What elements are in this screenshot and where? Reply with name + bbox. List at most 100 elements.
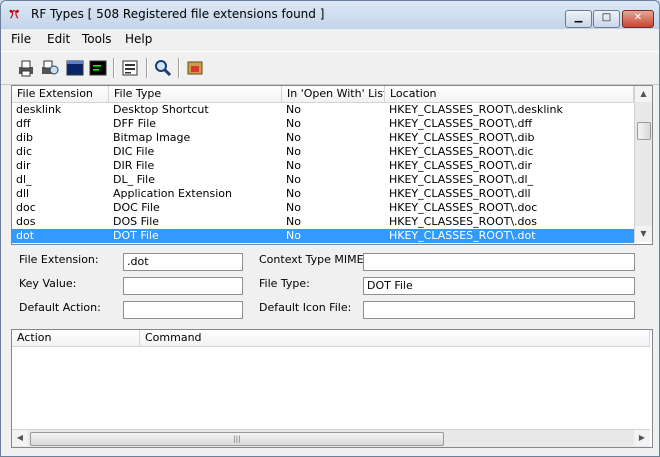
close-button[interactable]: ✕ bbox=[622, 10, 654, 28]
table-cell: HKEY_CLASSES_ROOT\.dir bbox=[389, 159, 533, 172]
default-action-label: Default Action: bbox=[19, 301, 101, 314]
table-row[interactable]: dl_ DL_ File No HKEY_CLASSES_ROOT\.dl_ bbox=[12, 173, 634, 187]
table-cell: dot bbox=[16, 229, 35, 242]
table-row[interactable]: dot DOT File No HKEY_CLASSES_ROOT\.dot bbox=[12, 229, 634, 243]
key-value-label: Key Value: bbox=[19, 277, 77, 290]
default-icon-label: Default Icon File: bbox=[259, 301, 352, 314]
table-row[interactable]: dff DFF File No HKEY_CLASSES_ROOT\.dff bbox=[12, 117, 634, 131]
print-button[interactable] bbox=[16, 58, 36, 78]
table-cell: No bbox=[286, 131, 301, 144]
default-icon-field[interactable] bbox=[363, 301, 635, 319]
horizontal-scroll-thumb[interactable]: ||| bbox=[30, 432, 444, 446]
table-cell: No bbox=[286, 173, 301, 186]
scroll-right-icon[interactable]: ▶ bbox=[634, 430, 650, 446]
table-row[interactable]: dll Application Extension No HKEY_CLASSES_R… bbox=[12, 187, 634, 201]
table-cell: DIC File bbox=[113, 145, 155, 158]
default-action-field[interactable] bbox=[123, 301, 243, 319]
console-icon bbox=[89, 60, 107, 76]
table-cell: No bbox=[286, 201, 301, 214]
table-cell: DFF File bbox=[113, 117, 157, 130]
title-bar[interactable]: ꔫ RF Types [ 508 Registered file extensi… bbox=[1, 1, 659, 29]
table-cell: dic bbox=[16, 145, 33, 158]
commands-horizontal-scrollbar[interactable]: ◀ ||| ▶ bbox=[12, 429, 650, 447]
print-preview-button[interactable] bbox=[40, 58, 60, 78]
table-cell: DOC File bbox=[113, 201, 160, 214]
table-cell: HKEY_CLASSES_ROOT\.dic bbox=[389, 145, 534, 158]
table-cell: dll bbox=[16, 187, 30, 200]
file-type-field[interactable]: DOT File bbox=[363, 277, 635, 295]
toolbar bbox=[1, 51, 659, 85]
table-cell: No bbox=[286, 229, 301, 242]
properties-button[interactable] bbox=[120, 58, 140, 78]
table-cell: HKEY_CLASSES_ROOT\.dot bbox=[389, 229, 536, 242]
key-value-field[interactable] bbox=[123, 277, 243, 295]
maximize-button[interactable]: □ bbox=[593, 10, 620, 28]
column-file-extension[interactable]: File Extension bbox=[12, 86, 109, 102]
commands-header: Action Command bbox=[12, 330, 650, 347]
extensions-list[interactable]: File Extension File Type In 'Open With' … bbox=[11, 85, 653, 245]
context-mime-field[interactable] bbox=[363, 253, 635, 271]
table-cell: Application Extension bbox=[113, 187, 232, 200]
print-preview-icon bbox=[42, 60, 59, 75]
table-row[interactable]: dos DOS File No HKEY_CLASSES_ROOT\.dos bbox=[12, 215, 634, 229]
menu-tools[interactable]: Tools bbox=[82, 32, 112, 46]
table-cell: DOT File bbox=[113, 229, 159, 242]
print-icon bbox=[19, 60, 33, 77]
properties-icon bbox=[122, 60, 138, 76]
table-cell: No bbox=[286, 215, 301, 228]
column-open-with[interactable]: In 'Open With' List bbox=[282, 86, 385, 102]
table-cell: No bbox=[286, 159, 301, 172]
column-file-type[interactable]: File Type bbox=[109, 86, 282, 102]
search-button[interactable] bbox=[153, 58, 173, 78]
table-cell: dir bbox=[16, 159, 31, 172]
app-window: ꔫ RF Types [ 508 Registered file extensi… bbox=[0, 0, 660, 457]
table-cell: HKEY_CLASSES_ROOT\.dll bbox=[389, 187, 531, 200]
column-command[interactable]: Command bbox=[140, 330, 650, 346]
terminal-button[interactable] bbox=[65, 58, 85, 78]
terminal-icon bbox=[66, 60, 84, 76]
backup-button[interactable] bbox=[185, 58, 205, 78]
table-cell: desklink bbox=[16, 103, 62, 116]
table-cell: DOS File bbox=[113, 215, 160, 228]
table-cell: DIR File bbox=[113, 159, 155, 172]
table-cell: No bbox=[286, 117, 301, 130]
scroll-down-icon[interactable]: ▼ bbox=[635, 226, 652, 242]
commands-list[interactable]: Action Command ◀ ||| ▶ bbox=[11, 329, 653, 448]
column-location[interactable]: Location bbox=[385, 86, 634, 102]
list-header: File Extension File Type In 'Open With' … bbox=[12, 86, 634, 103]
table-cell: HKEY_CLASSES_ROOT\.dff bbox=[389, 117, 533, 130]
table-row[interactable]: dib Bitmap Image No HKEY_CLASSES_ROOT\.dib bbox=[12, 131, 634, 145]
table-cell: HKEY_CLASSES_ROOT\.dos bbox=[389, 215, 537, 228]
scroll-up-icon[interactable]: ▲ bbox=[635, 86, 652, 102]
file-extension-field[interactable]: .dot bbox=[123, 253, 243, 271]
table-row[interactable]: desklink Desktop Shortcut No HKEY_CLASSES_R… bbox=[12, 103, 634, 117]
table-cell: DL_ File bbox=[113, 173, 156, 186]
scroll-left-icon[interactable]: ◀ bbox=[12, 430, 28, 446]
table-cell: Desktop Shortcut bbox=[113, 103, 209, 116]
list-vertical-scrollbar[interactable]: ▲ ▼ bbox=[634, 86, 652, 242]
table-row[interactable]: doc DOC File No HKEY_CLASSES_ROOT\.doc bbox=[12, 201, 634, 215]
table-cell: No bbox=[286, 187, 301, 200]
table-cell: HKEY_CLASSES_ROOT\.dl_ bbox=[389, 173, 534, 186]
table-row[interactable]: dir DIR File No HKEY_CLASSES_ROOT\.dir bbox=[12, 159, 634, 173]
console-button[interactable] bbox=[88, 58, 108, 78]
menu-file[interactable]: File bbox=[11, 32, 31, 46]
table-cell: dl_ bbox=[16, 173, 32, 186]
file-extension-label: File Extension: bbox=[19, 253, 99, 266]
minimize-button[interactable]: ▁ bbox=[565, 10, 592, 28]
scroll-thumb[interactable] bbox=[637, 122, 651, 140]
table-cell: No bbox=[286, 103, 301, 116]
table-cell: doc bbox=[16, 201, 36, 214]
menu-edit[interactable]: Edit bbox=[47, 32, 70, 46]
table-cell: dos bbox=[16, 215, 36, 228]
table-cell: No bbox=[286, 145, 301, 158]
table-cell: Bitmap Image bbox=[113, 131, 191, 144]
column-action[interactable]: Action bbox=[12, 330, 140, 346]
table-row[interactable]: dic DIC File No HKEY_CLASSES_ROOT\.dic bbox=[12, 145, 634, 159]
menu-help[interactable]: Help bbox=[125, 32, 152, 46]
table-cell: dib bbox=[16, 131, 34, 144]
context-mime-label: Context Type MIME: bbox=[259, 253, 368, 266]
table-cell: HKEY_CLASSES_ROOT\.dib bbox=[389, 131, 535, 144]
table-cell: dff bbox=[16, 117, 31, 130]
table-cell: HKEY_CLASSES_ROOT\.doc bbox=[389, 201, 538, 214]
